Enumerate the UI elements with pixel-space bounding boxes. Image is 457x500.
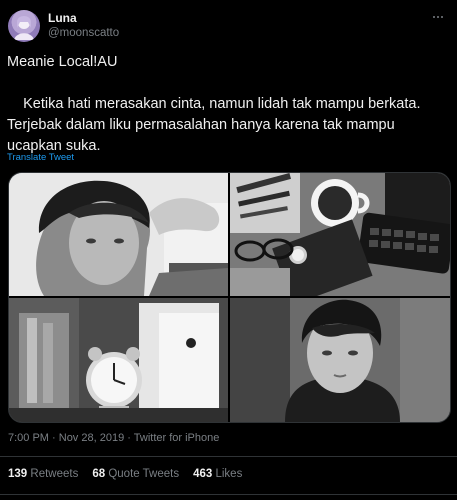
tweet-time[interactable]: 7:00 PM: [8, 432, 49, 444]
translate-tweet-link[interactable]: Translate Tweet: [7, 152, 74, 163]
media-grid: [8, 172, 451, 423]
avatar[interactable]: [8, 10, 40, 42]
photo-alarm-clock[interactable]: [9, 298, 228, 422]
likes-label: Likes: [215, 468, 243, 480]
likes-count: 463: [193, 468, 213, 480]
avatar-image: [14, 16, 34, 40]
tweet-body: Ketika hati merasakan cinta, namun lidah…: [7, 96, 425, 154]
retweets-stat[interactable]: 139 Retweets: [8, 468, 78, 480]
tweet-date[interactable]: Nov 28, 2019: [59, 432, 124, 444]
tweet-title: Meanie Local!AU: [7, 54, 118, 70]
photo-desk-coffee-keyboard[interactable]: [230, 173, 450, 296]
tweet: Luna @moonscatto Meanie Local!AU Ketika …: [0, 0, 457, 500]
divider: [0, 494, 457, 495]
tweet-source[interactable]: Twitter for iPhone: [134, 432, 220, 444]
more-options-icon[interactable]: [429, 8, 447, 26]
quote-tweets-count: 68: [92, 468, 106, 480]
likes-stat[interactable]: 463 Likes: [193, 468, 242, 480]
photo-man-hand-on-head[interactable]: [9, 173, 228, 296]
retweets-label: Retweets: [30, 468, 79, 480]
tweet-stats: 139 Retweets 68 Quote Tweets 463 Likes: [8, 468, 242, 480]
quote-tweets-stat[interactable]: 68 Quote Tweets: [92, 468, 179, 480]
quote-tweets-label: Quote Tweets: [108, 468, 180, 480]
display-name[interactable]: Luna: [48, 11, 77, 25]
divider: [0, 456, 457, 457]
photo-man-portrait[interactable]: [230, 298, 450, 422]
retweets-count: 139: [8, 468, 28, 480]
tweet-meta: 7:00 PM · Nov 28, 2019 · Twitter for iPh…: [8, 432, 220, 444]
user-handle[interactable]: @moonscatto: [48, 27, 119, 39]
